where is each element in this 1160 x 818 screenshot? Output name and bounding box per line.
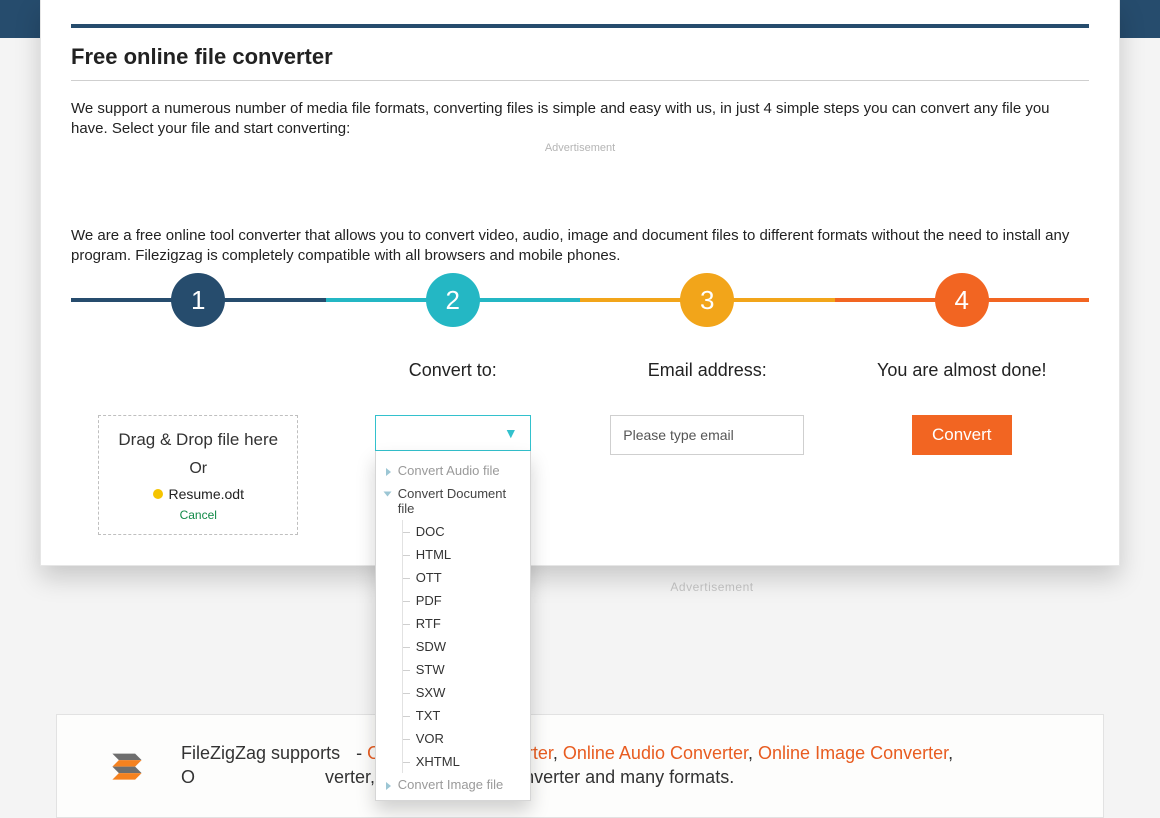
status-dot-icon [153,489,163,499]
step-1-title [196,360,201,381]
format-option-sxw[interactable]: SXW [376,681,530,704]
format-option-vor[interactable]: VOR [376,727,530,750]
format-option-txt[interactable]: TXT [376,704,530,727]
steps-row: 1 Drag & Drop file here Or Resume.odt Ca… [71,278,1089,535]
step-4-title: You are almost done! [877,360,1046,381]
step-badge-3: 3 [680,273,734,327]
format-option-stw[interactable]: STW [376,658,530,681]
drop-instruction: Drag & Drop file here [105,430,291,450]
drop-or: Or [105,460,291,478]
step-badge-4: 4 [935,273,989,327]
step-3-title: Email address: [648,360,767,381]
chevron-down-icon: ▼ [504,425,518,441]
supports-brand: FileZigZag supports [181,743,340,763]
step-2: 2 Convert to: ▼ Convert Audio file Conve… [326,278,581,535]
format-option-doc[interactable]: DOC [376,520,530,543]
accent-rule [71,24,1089,28]
converter-card: Free online file converter We support a … [40,0,1120,566]
divider [71,80,1089,81]
dropdown-group-document[interactable]: Convert Document file [376,482,530,520]
file-drop-area[interactable]: Drag & Drop file here Or Resume.odt Canc… [98,415,298,535]
uploaded-filename: Resume.odt [169,486,244,502]
format-option-rtf[interactable]: RTF [376,612,530,635]
link-image-converter[interactable]: Online Image Converter [758,743,948,763]
format-option-html[interactable]: HTML [376,543,530,566]
format-option-pdf[interactable]: PDF [376,589,530,612]
step-3: 3 Email address: [580,278,835,535]
filezigzag-logo-icon [101,739,153,791]
format-option-sdw[interactable]: SDW [376,635,530,658]
supports-dash: - [356,743,367,763]
supports-panel: FileZigZag supports - - Online Video Con… [56,714,1104,818]
comma1: , [553,743,563,763]
step-1: 1 Drag & Drop file here Or Resume.odt Ca… [71,278,326,535]
intro-text-2: We are a free online tool converter that… [71,226,1089,267]
ad-label-top: Advertisement [71,142,1089,154]
cancel-upload-link[interactable]: Cancel [105,508,291,522]
step-badge-2: 2 [426,273,480,327]
format-option-xhtml[interactable]: XHTML [376,750,530,773]
page-title: Free online file converter [71,44,1089,70]
dropdown-group-image[interactable]: Convert Image file [376,773,530,796]
comma2: , [748,743,758,763]
format-dropdown: Convert Audio file Convert Document file… [375,451,531,801]
format-option-ott[interactable]: OTT [376,566,530,589]
format-select-button[interactable]: ▼ [375,415,531,451]
step-badge-1: 1 [171,273,225,327]
step-2-title: Convert to: [409,360,497,381]
email-field[interactable] [610,415,804,455]
uploaded-file-row: Resume.odt [105,486,291,502]
format-select: ▼ Convert Audio file Convert Document fi… [375,415,531,451]
link-audio-converter[interactable]: Online Audio Converter [563,743,748,763]
step-4: 4 You are almost done! Convert [835,278,1090,535]
supports-text: FileZigZag supports - - Online Video Con… [181,741,963,790]
ad-slot-top [71,154,1089,226]
dropdown-group-audio[interactable]: Convert Audio file [376,459,530,482]
convert-button[interactable]: Convert [912,415,1012,455]
intro-text-1: We support a numerous number of media fi… [71,99,1089,140]
